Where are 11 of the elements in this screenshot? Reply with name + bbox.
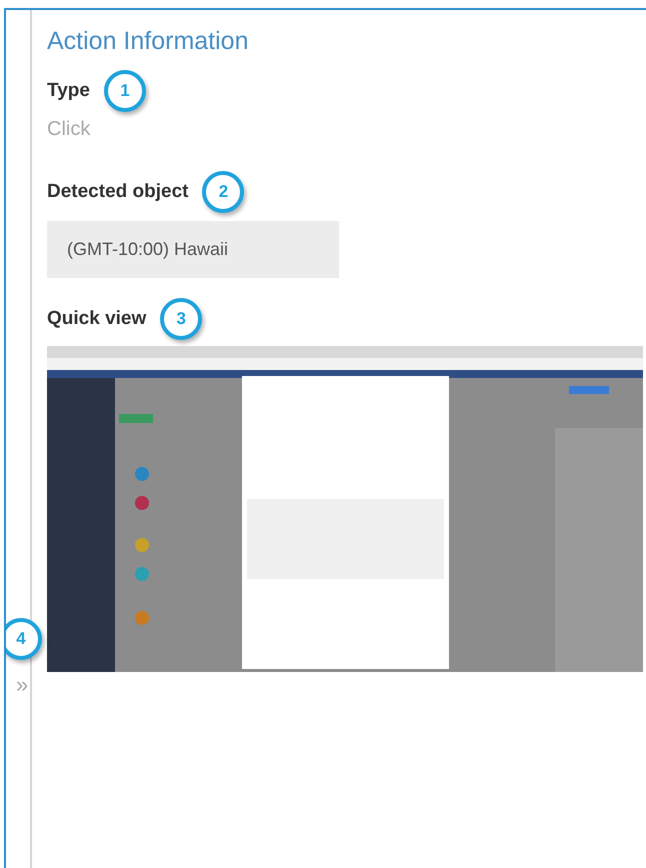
expand-icon[interactable]: »	[16, 674, 28, 696]
field-label: Type	[47, 80, 90, 102]
field-label: Quick view	[47, 308, 146, 330]
section-title: Action Information	[47, 26, 250, 56]
step-badge: 2	[202, 171, 244, 213]
detected-object-value: (GMT-10:00) Hawaii	[47, 221, 339, 278]
step-badge: 1	[104, 70, 146, 112]
step-badge: 3	[160, 298, 202, 340]
field-value: Click	[47, 118, 90, 141]
step-badge: 4	[6, 618, 42, 660]
field-label: Detected object	[47, 181, 188, 203]
